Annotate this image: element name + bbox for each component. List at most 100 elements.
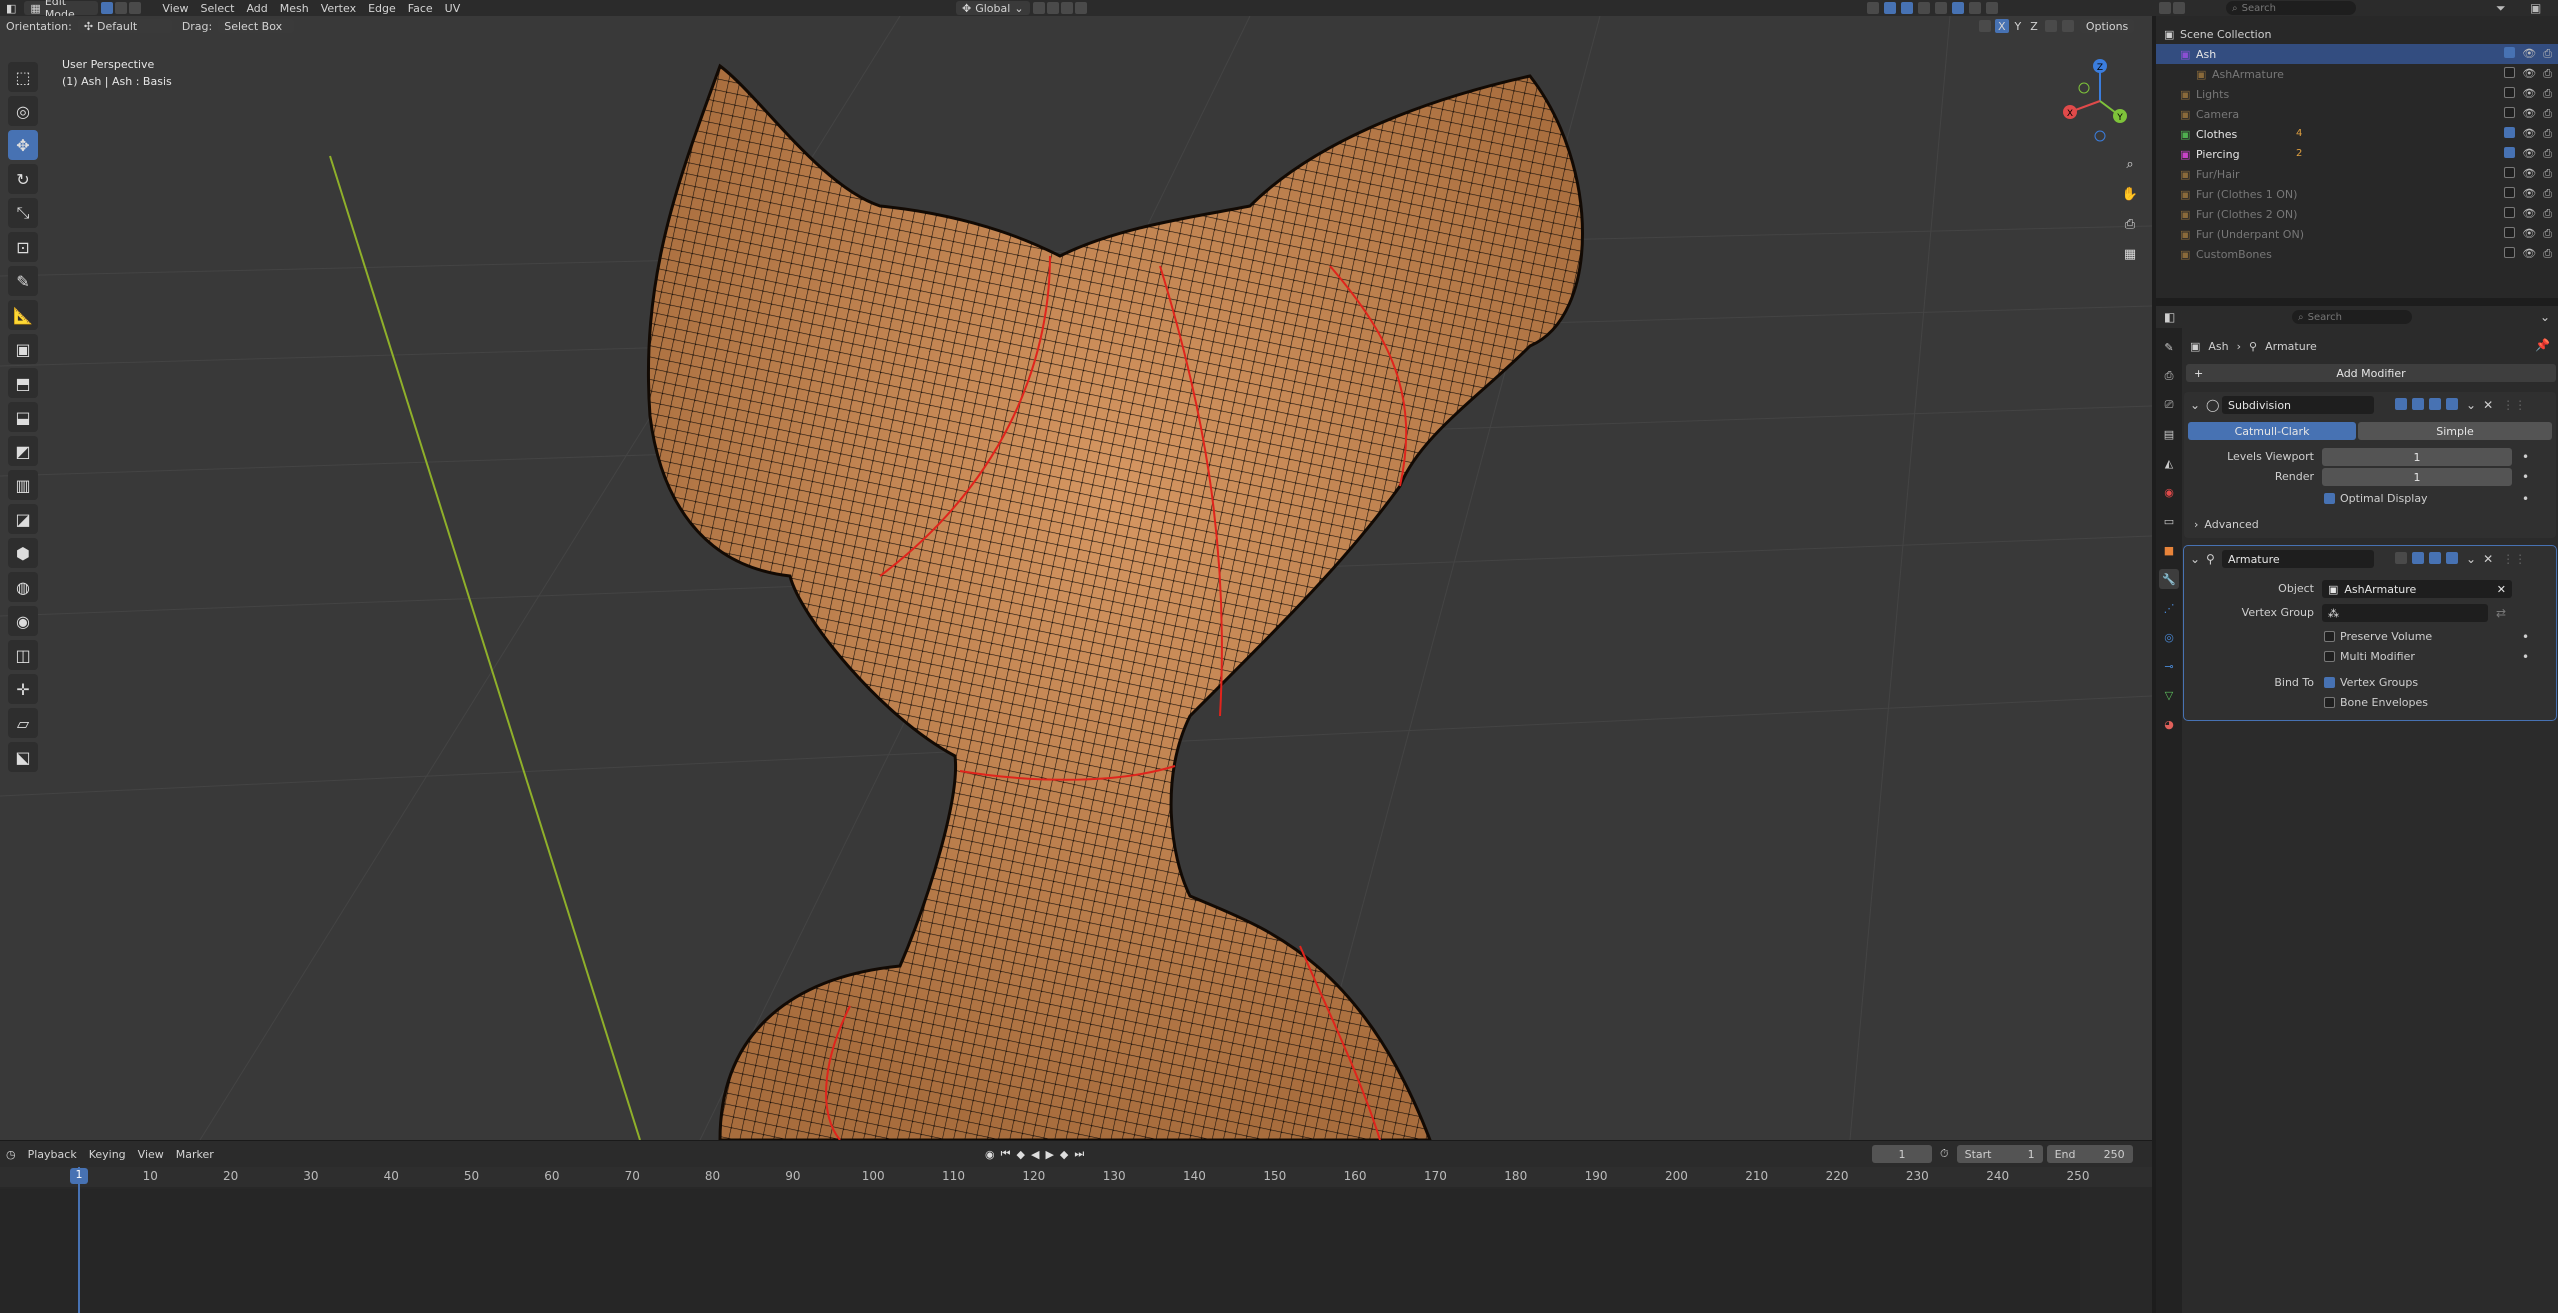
advanced-subpanel[interactable]: › Advanced (2194, 518, 2259, 531)
poly-build-tool-icon[interactable]: ⬢ (8, 538, 38, 568)
face-select-icon[interactable] (129, 2, 142, 14)
shading-wireframe-icon[interactable] (1935, 2, 1947, 14)
tool-options-icon[interactable] (2061, 20, 2074, 32)
start-frame-field[interactable]: Start 1 (1956, 1145, 2043, 1163)
exclude-checkbox-icon[interactable] (2504, 207, 2516, 218)
mirror-z-toggle[interactable]: Z (2027, 19, 2041, 33)
scene-collection-row[interactable]: ▣ Scene Collection (2156, 24, 2558, 44)
object-field[interactable]: ▣ AshArmature ✕ (2322, 580, 2512, 598)
simple-button[interactable]: Simple (2358, 422, 2552, 440)
outliner-editor-icon[interactable] (2159, 2, 2171, 14)
shear-tool-icon[interactable]: ▱ (8, 708, 38, 738)
eye-icon[interactable]: 👁 (2522, 207, 2536, 221)
move-tool-icon[interactable]: ✥ (8, 130, 38, 160)
keyframe-dot-icon[interactable]: • (2522, 630, 2529, 644)
viewport-toggle-icon[interactable] (2429, 552, 2441, 564)
collapse-arrow-icon[interactable]: ⌄ (2190, 552, 2200, 566)
eye-icon[interactable]: 👁 (2522, 147, 2536, 161)
smooth-tool-icon[interactable]: ◉ (8, 606, 38, 636)
particles-tab-icon[interactable]: ⋰ (2159, 598, 2179, 618)
bone-envelopes-checkbox[interactable]: Bone Envelopes (2324, 696, 2428, 709)
menu-marker[interactable]: Marker (170, 1147, 220, 1161)
exclude-checkbox-icon[interactable] (2504, 107, 2516, 118)
modifier-tab-icon[interactable]: 🔧 (2159, 569, 2179, 589)
play-icon[interactable]: ▶ (1045, 1148, 1053, 1161)
drag-handle-icon[interactable]: ⋮⋮ (2502, 552, 2526, 566)
eye-icon[interactable]: 👁 (2522, 67, 2536, 81)
orientation-dropdown[interactable]: ✣ Default (77, 19, 172, 33)
editor-type-icon[interactable]: ◧ (0, 1, 22, 15)
eye-icon[interactable]: 👁 (2522, 87, 2536, 101)
menu-select[interactable]: Select (195, 1, 241, 15)
menu-face[interactable]: Face (402, 1, 439, 15)
ortho-grid-icon[interactable]: ▦ (2118, 242, 2142, 266)
exclude-checkbox-icon[interactable] (2504, 247, 2516, 258)
clear-icon[interactable]: ✕ (2497, 583, 2506, 596)
display-mode-icon[interactable] (2173, 2, 2185, 14)
invert-icon[interactable]: ⇄ (2496, 606, 2506, 620)
outliner-item[interactable]: ▣ Fur (Clothes 1 ON) 👁 ⎙ (2156, 184, 2558, 204)
snap-icon[interactable] (1046, 2, 1059, 14)
measure-tool-icon[interactable]: 📐 (8, 300, 38, 330)
clock-icon[interactable]: ⏱ (1940, 1147, 1949, 1161)
menu-uv[interactable]: UV (439, 1, 467, 15)
transform-orientation-dropdown[interactable]: ✥ Global ⌄ (956, 1, 1030, 15)
collapse-arrow-icon[interactable]: ⌄ (2190, 398, 2200, 412)
cage-toggle-icon[interactable] (2412, 552, 2424, 564)
world-tab-icon[interactable]: ◉ (2159, 482, 2179, 502)
timeline-editor-icon[interactable]: ◷ (0, 1147, 22, 1161)
pin-icon[interactable]: 📌 (2535, 338, 2550, 352)
options-dropdown[interactable]: Options (2079, 19, 2135, 33)
vertex-select-icon[interactable] (101, 2, 114, 14)
eye-icon[interactable]: 👁 (2522, 47, 2536, 61)
camera-icon[interactable]: ⎙ (2543, 227, 2552, 241)
exclude-checkbox-icon[interactable] (2504, 187, 2516, 198)
output-tab-icon[interactable]: ⎚ (2159, 395, 2179, 415)
shading-solid-icon[interactable] (1952, 2, 1964, 14)
eye-icon[interactable]: 👁 (2522, 107, 2536, 121)
navigation-gizmo[interactable]: Z X Y (2060, 56, 2140, 146)
outliner-search[interactable]: ⌕ Search (2226, 1, 2356, 15)
exclude-checkbox-icon[interactable] (2504, 127, 2516, 138)
vertex-group-field[interactable]: ⁂ (2322, 604, 2488, 622)
menu-timeline-view[interactable]: View (132, 1147, 170, 1161)
exclude-checkbox-icon[interactable] (2504, 147, 2516, 158)
current-frame-field[interactable]: 1 (1872, 1145, 1932, 1163)
transform-tool-icon[interactable]: ⊡ (8, 232, 38, 262)
pivot-icon[interactable] (1032, 2, 1045, 14)
edit-mode-toggle-icon[interactable] (2395, 552, 2407, 564)
knife-tool-icon[interactable]: ◪ (8, 504, 38, 534)
exclude-checkbox-icon[interactable] (2504, 67, 2516, 78)
auto-key-icon[interactable]: ◉ (985, 1148, 995, 1161)
prev-keyframe-icon[interactable]: ◆ (1017, 1148, 1025, 1161)
tool-tab-icon[interactable]: ✎ (2159, 337, 2179, 357)
proportional-edit-icon[interactable] (1074, 2, 1087, 14)
keyframe-area[interactable] (0, 1189, 2080, 1313)
gizmo-toggle-icon[interactable] (1884, 2, 1896, 14)
render-levels-field[interactable]: 1 (2322, 468, 2512, 486)
play-reverse-icon[interactable]: ◀ (1031, 1148, 1039, 1161)
edit-mode-toggle-icon[interactable] (2395, 398, 2407, 410)
exclude-checkbox-icon[interactable] (2504, 167, 2516, 178)
menu-edge[interactable]: Edge (362, 1, 402, 15)
pan-hand-icon[interactable]: ✋ (2118, 182, 2142, 206)
optimal-display-checkbox[interactable]: Optimal Display (2324, 492, 2428, 505)
loop-cut-tool-icon[interactable]: ▥ (8, 470, 38, 500)
vertex-groups-checkbox[interactable]: Vertex Groups (2324, 676, 2418, 689)
extrude-tool-icon[interactable]: ⬒ (8, 368, 38, 398)
visibility-icon[interactable] (1867, 2, 1879, 14)
add-modifier-button[interactable]: + Add Modifier (2186, 364, 2556, 382)
render-tab-icon[interactable]: ⎙ (2159, 366, 2179, 386)
multi-modifier-checkbox[interactable]: Multi Modifier (2324, 650, 2415, 663)
data-tab-icon[interactable]: ▽ (2159, 685, 2179, 705)
keyframe-dot-icon[interactable]: • (2522, 650, 2529, 664)
select-box-tool-icon[interactable]: ⬚ (8, 62, 38, 92)
viewport-toggle-icon[interactable] (2429, 398, 2441, 410)
camera-icon[interactable]: ⎙ (2543, 207, 2552, 221)
outliner-item[interactable]: ▣ Fur/Hair 👁 ⎙ (2156, 164, 2558, 184)
outliner-item[interactable]: ▣ Ash 👁 ⎙ (2156, 44, 2558, 64)
auto-merge-icon[interactable] (2044, 20, 2057, 32)
scene-tab-icon[interactable]: ◭ (2159, 453, 2179, 473)
camera-icon[interactable]: ⎙ (2543, 47, 2552, 61)
drag-dropdown[interactable]: Select Box (218, 19, 295, 33)
